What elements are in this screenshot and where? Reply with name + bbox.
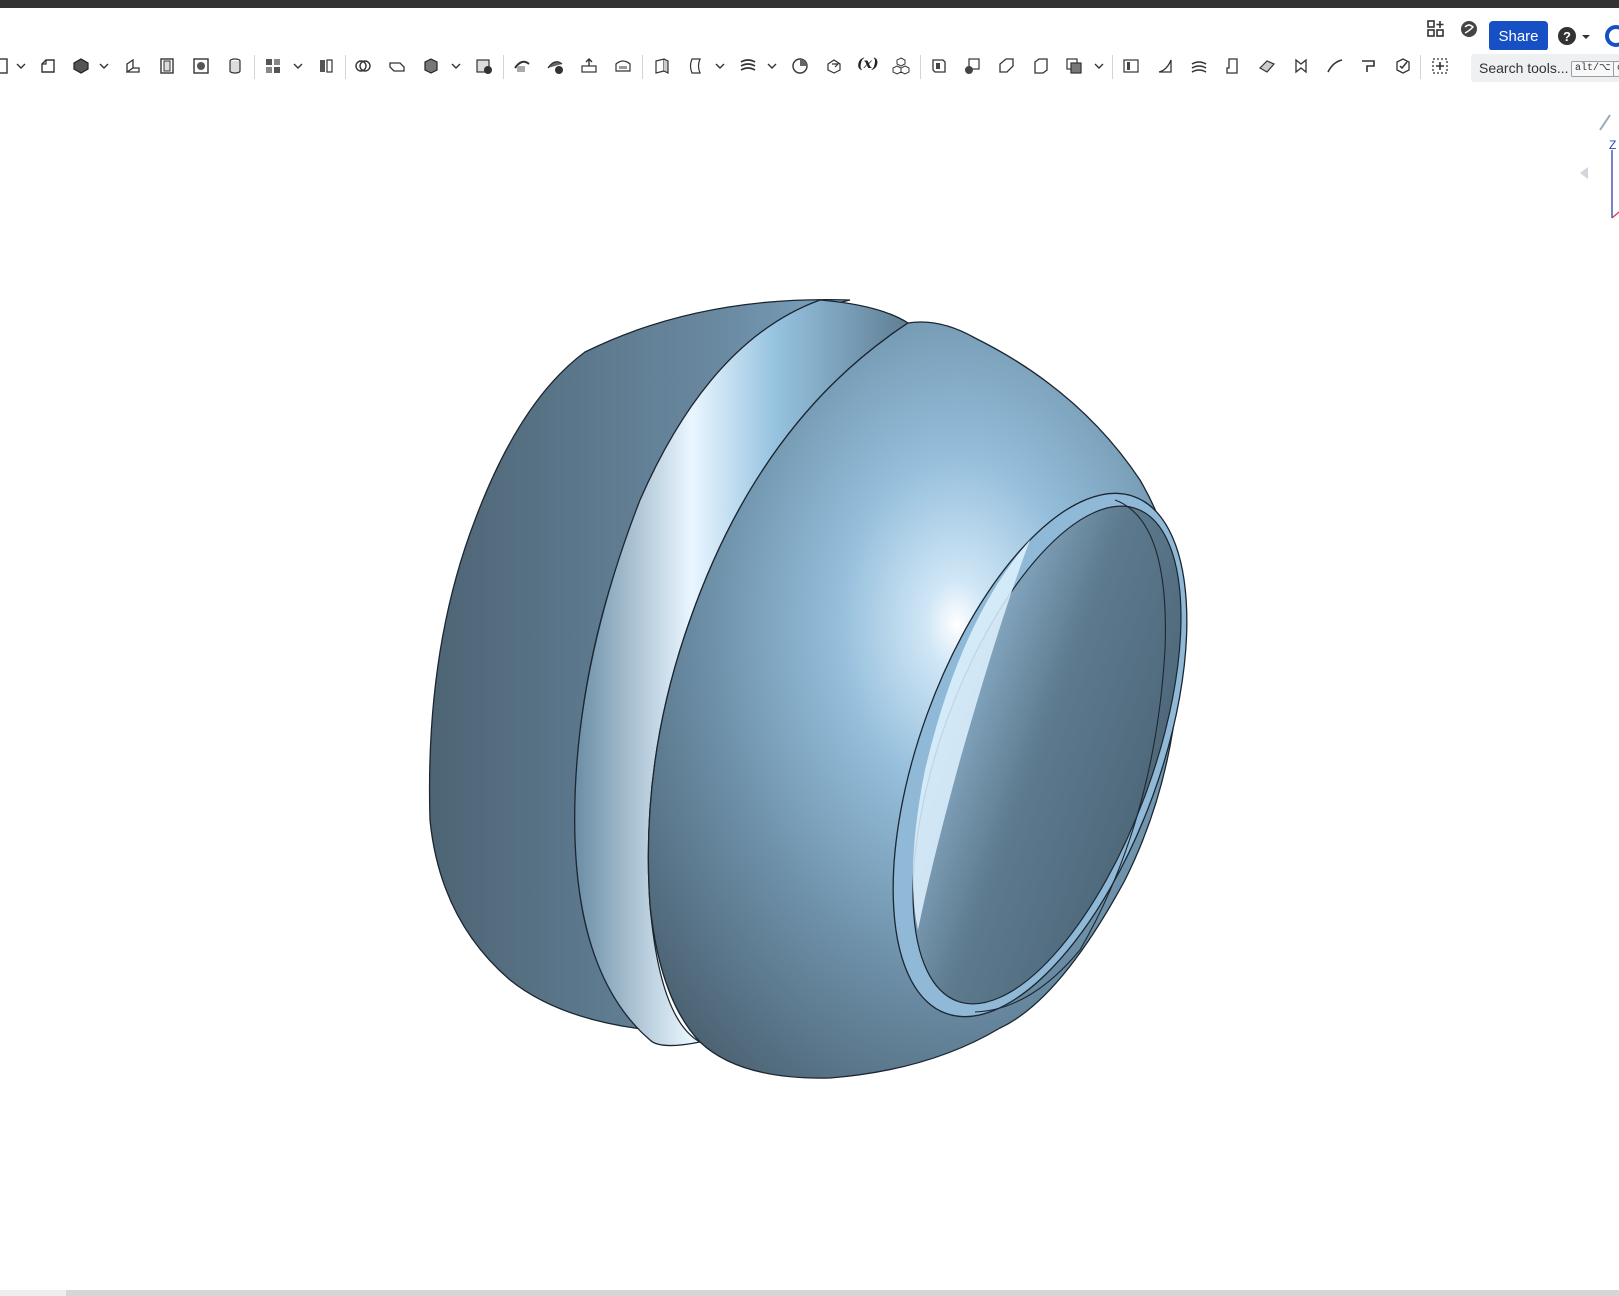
loft-icon[interactable]: [156, 55, 178, 77]
chevron-down-icon[interactable]: [98, 59, 110, 73]
split-icon[interactable]: [352, 55, 374, 77]
fillet-icon[interactable]: [473, 55, 495, 77]
bottom-scroll-thumb[interactable]: [0, 1290, 66, 1296]
thicken-icon[interactable]: [190, 55, 212, 77]
part-render: [428, 298, 1188, 1079]
plane-icon[interactable]: [612, 55, 634, 77]
toolbar-separator: [254, 55, 255, 79]
view-rotate-left-icon[interactable]: [1578, 165, 1590, 181]
search-placeholder: Search tools...: [1479, 60, 1569, 76]
toolbar-separator: [1112, 55, 1113, 79]
frame-profile-icon[interactable]: [1120, 55, 1142, 77]
helix-icon[interactable]: [651, 55, 673, 77]
pattern-icon[interactable]: [737, 55, 759, 77]
svg-text:?: ?: [1563, 29, 1571, 44]
trim-icon[interactable]: [1154, 55, 1176, 77]
document-header: Share ?: [0, 8, 1619, 51]
hole-icon[interactable]: [262, 55, 284, 77]
learning-center-icon[interactable]: [1458, 18, 1480, 40]
chevron-down-icon[interactable]: [1093, 59, 1105, 73]
app-store-icon[interactable]: [1425, 18, 1447, 40]
cut-list-icon[interactable]: [1188, 55, 1210, 77]
check-part-icon[interactable]: [1392, 55, 1414, 77]
toolbar-separator: [503, 55, 504, 79]
rib-icon[interactable]: [578, 55, 600, 77]
shell-icon[interactable]: [224, 55, 246, 77]
extrude-icon[interactable]: [37, 55, 59, 77]
onshape-logo-icon[interactable]: [1604, 24, 1619, 48]
bottom-scroll-track: [0, 1290, 1619, 1296]
transform-icon[interactable]: [386, 55, 408, 77]
top-dark-bar: [0, 0, 1619, 8]
sketch-icon[interactable]: [0, 55, 12, 77]
mate-connector-icon[interactable]: [685, 55, 707, 77]
bend-icon[interactable]: [996, 55, 1018, 77]
tab-icon[interactable]: [962, 55, 984, 77]
route-icon[interactable]: [1358, 55, 1380, 77]
chevron-down-icon[interactable]: [714, 59, 726, 73]
flat-pattern-icon[interactable]: [1063, 55, 1085, 77]
share-button[interactable]: Share: [1489, 21, 1548, 51]
boolean-icon[interactable]: [315, 55, 337, 77]
curve-icon[interactable]: [1324, 55, 1346, 77]
chevron-down-icon[interactable]: [1580, 30, 1592, 42]
fill-icon[interactable]: [1290, 55, 1312, 77]
search-tools-input[interactable]: Search tools... alt/⌥ c: [1471, 54, 1619, 82]
frame-icon[interactable]: [823, 55, 845, 77]
chamfer-icon[interactable]: [511, 55, 533, 77]
toolbar-separator: [642, 55, 643, 79]
sheet-metal-icon[interactable]: [789, 55, 811, 77]
toolbar-separator: [1420, 55, 1421, 79]
sheet-metal-model-icon[interactable]: [928, 55, 950, 77]
view-cube[interactable]: [1580, 100, 1619, 220]
toolbar-separator: [920, 55, 921, 79]
axis-z-label: Z: [1609, 138, 1617, 152]
surface-icon[interactable]: [1256, 55, 1278, 77]
shortcut-key: alt/⌥: [1571, 61, 1615, 77]
chevron-down-icon[interactable]: [450, 59, 462, 73]
chevron-down-icon[interactable]: [766, 59, 778, 73]
variable-icon[interactable]: (x): [857, 56, 879, 72]
chevron-down-icon[interactable]: [15, 59, 27, 73]
corner-icon[interactable]: [1030, 55, 1052, 77]
gusset-icon[interactable]: [1222, 55, 1244, 77]
feature-toolbar: (x) Search tools... alt/⌥ c: [0, 50, 1619, 82]
add-custom-feature-icon[interactable]: [1429, 55, 1451, 77]
graphics-area[interactable]: [0, 84, 1619, 1290]
sweep-icon[interactable]: [122, 55, 144, 77]
draft-icon[interactable]: [544, 55, 566, 77]
shortcut-key: c: [1613, 61, 1619, 77]
help-icon[interactable]: ?: [1557, 26, 1577, 46]
delete-part-icon[interactable]: [420, 55, 442, 77]
revolve-icon[interactable]: [70, 55, 92, 77]
composite-part-icon[interactable]: [890, 55, 912, 77]
chevron-down-icon[interactable]: [292, 59, 304, 73]
toolbar-separator: [345, 55, 346, 79]
